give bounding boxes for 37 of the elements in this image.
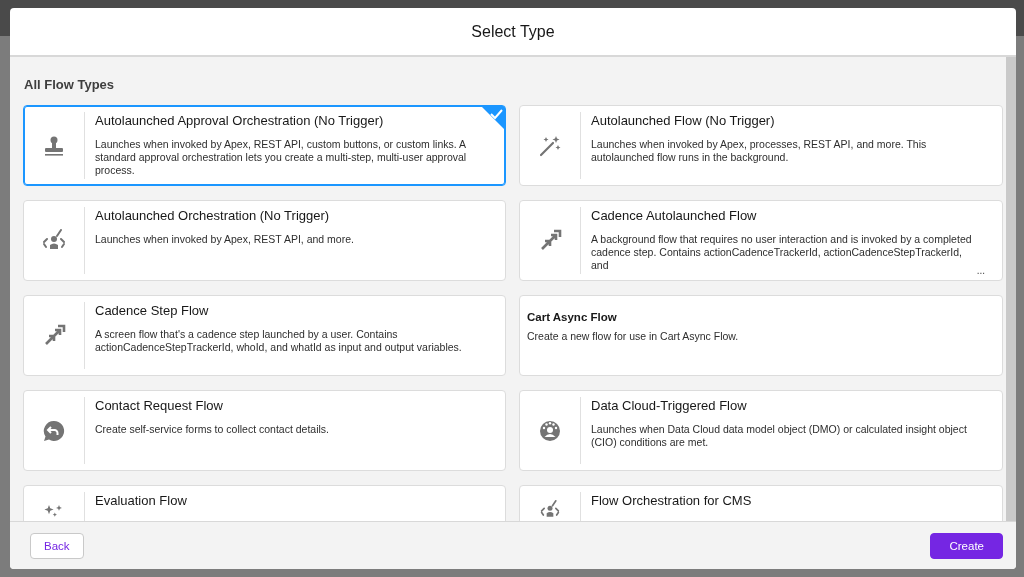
- card-description: Launches when invoked by Apex, REST API, custom buttons, or custom links. A standard approval orchestration lets you create a multi-step, multi-user approval process.: [95, 138, 468, 177]
- flow-type-card[interactable]: Autolaunched Orchestration (No Trigger) Launches when invoked by Apex, REST API, and more.: [23, 200, 506, 281]
- flow-type-card[interactable]: Contact Request Flow Create self-service forms to collect contact details.: [23, 390, 506, 471]
- card-description: A screen flow that's a cadence step launched by a user. Contains actionCadenceStepTrackerId, whoId, and whatId as input and output variables.: [95, 328, 463, 354]
- flow-type-card[interactable]: [23, 105, 506, 186]
- person-baton-icon: [540, 500, 560, 520]
- card-title: Contact Request Flow: [95, 398, 224, 414]
- card-title: Cart Async Flow: [527, 310, 618, 325]
- card-description: Create a new flow for use in Cart Async Flow.: [527, 330, 740, 343]
- flow-type-card[interactable]: Autolaunched Flow (No Trigger) Launches when invoked by Apex, processes, REST API, and more. This autolaunched flow runs in the background.: [519, 105, 1003, 186]
- section-heading: All Flow Types: [24, 77, 116, 92]
- card-title: Cadence Autolaunched Flow: [591, 208, 758, 224]
- card-title: Autolaunched Approval Orchestration (No Trigger): [95, 113, 385, 129]
- card-description: Launches when Data Cloud data model object (DMO) or calculated insight object (CIO) conditions are met.: [591, 423, 968, 449]
- chat-return-icon: [42, 418, 66, 443]
- card-description: A background flow that requires no user interaction and is invoked by a completed cadence step. Contains actionCadenceTrackerId, actionCadenceStepTrackerId, and: [591, 233, 973, 272]
- card-title: Cadence Step Flow: [95, 303, 210, 319]
- flow-type-card[interactable]: Cart Async Flow Create a new flow for use in Cart Async Flow.: [519, 295, 1003, 376]
- flow-type-card[interactable]: Evaluation Flow: [23, 485, 506, 521]
- modal-title: Select Type: [471, 22, 555, 41]
- checkmark-icon: [481, 106, 505, 130]
- flow-type-card[interactable]: Data Cloud-Triggered Flow Launches when Data Cloud data model object (DMO) or calculated insight object (CIO) conditions are met.: [519, 390, 1003, 471]
- card-title: Autolaunched Flow (No Trigger): [591, 113, 776, 129]
- card-title: Autolaunched Orchestration (No Trigger): [95, 208, 331, 224]
- flow-type-card[interactable]: ... Cadence Autolaunched Flow A background flow that requires no user interaction and is invoked by a completed cadence step. Contains actionCadenceTrackerId, actionCadenceStepTrackerId, and: [519, 200, 1003, 281]
- back-button[interactable]: Back: [30, 532, 84, 559]
- data-cloud-icon: [538, 418, 562, 443]
- flow-type-card[interactable]: Cadence Step Flow A screen flow that's a cadence step launched by a user. Contains actionCadenceStepTrackerId, whoId, and whatId as input and output variables.: [23, 295, 506, 376]
- create-button[interactable]: Create: [930, 532, 1003, 559]
- card-title: Evaluation Flow: [95, 493, 188, 509]
- more-ellipsis: ...: [976, 265, 985, 276]
- card-title: Data Cloud-Triggered Flow: [591, 398, 748, 414]
- card-description: Launches when invoked by Apex, processes, REST API, and more. This autolaunched flow runs in the background.: [591, 138, 928, 164]
- flow-type-card[interactable]: Flow Orchestration for CMS: [519, 485, 1003, 521]
- card-description: Create self-service forms to collect contact details.: [95, 423, 330, 436]
- card-title: Flow Orchestration for CMS: [591, 493, 753, 509]
- card-description: Launches when invoked by Apex, REST API, and more.: [95, 233, 355, 246]
